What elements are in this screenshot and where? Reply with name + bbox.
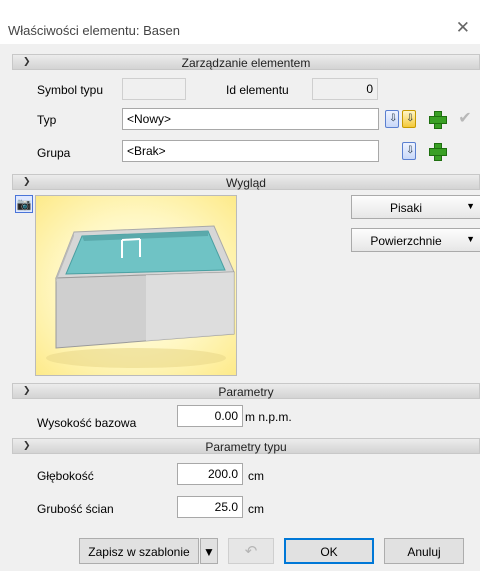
camera-icon[interactable]: 📷 [15, 195, 33, 213]
add-type-plus-icon[interactable] [428, 110, 447, 129]
section-header-appearance[interactable]: ❯ Wygląd [12, 174, 480, 190]
depth-unit: cm [248, 469, 264, 483]
group-select-icon[interactable]: ⇩ [402, 142, 416, 160]
depth-label: Głębokość [37, 469, 94, 483]
wall-thickness-input[interactable]: 25.0 [177, 496, 243, 518]
element-preview [35, 195, 237, 376]
type-field[interactable]: <Nowy> [122, 108, 379, 130]
section-title: Zarządzanie elementem [181, 56, 311, 70]
window-title: Właściwości elementu: Basen [8, 23, 180, 38]
group-label: Grupa [37, 146, 71, 160]
element-id-label: Id elementu [226, 83, 289, 97]
section-header-management[interactable]: ❯ Zarządzanie elementem [12, 54, 480, 70]
type-select-icon[interactable]: ⇩ [385, 110, 399, 128]
base-height-input[interactable]: 0.00 [177, 405, 243, 427]
base-height-label: Wysokość bazowa [37, 416, 137, 430]
group-field[interactable]: <Brak> [122, 140, 379, 162]
section-title: Parametry typu [205, 440, 287, 454]
confirm-type-check-icon: ✔ [458, 110, 472, 127]
undo-button: ↶ [228, 538, 274, 564]
ok-button[interactable]: OK [284, 538, 374, 564]
base-height-unit: m n.p.m. [245, 410, 292, 424]
save-template-button[interactable]: Zapisz w szablonie [79, 538, 199, 564]
type-symbol-field [122, 78, 186, 100]
close-icon[interactable]: ✕ [456, 19, 470, 36]
add-group-plus-icon[interactable] [428, 142, 447, 161]
section-header-type-parameters[interactable]: ❯ Parametry typu [12, 438, 480, 454]
element-id-field: 0 [312, 78, 378, 100]
dropdown-arrow-icon: ▼ [466, 234, 475, 244]
undo-icon: ↶ [244, 543, 258, 560]
pens-dropdown-button[interactable]: Pisaki ▼ [351, 195, 480, 219]
section-title: Parametry [218, 385, 274, 399]
cancel-button[interactable]: Anuluj [384, 538, 464, 564]
dropdown-arrow-icon: ▼ [203, 545, 215, 559]
type-symbol-label: Symbol typu [37, 83, 104, 97]
wall-thickness-unit: cm [248, 502, 264, 516]
type-label: Typ [37, 113, 57, 127]
dropdown-arrow-icon: ▼ [466, 201, 475, 211]
save-template-dropdown-button[interactable]: ▼ [200, 538, 218, 564]
title-bar: Właściwości elementu: Basen ✕ [0, 0, 480, 44]
type-library-icon[interactable]: ⇩ [402, 110, 416, 128]
pool-preview-image [46, 225, 235, 368]
section-title: Wygląd [226, 176, 266, 190]
surfaces-dropdown-button[interactable]: Powierzchnie ▼ [351, 228, 480, 252]
section-header-parameters[interactable]: ❯ Parametry [12, 383, 480, 399]
depth-input[interactable]: 200.0 [177, 463, 243, 485]
wall-thickness-label: Grubość ścian [37, 502, 114, 516]
